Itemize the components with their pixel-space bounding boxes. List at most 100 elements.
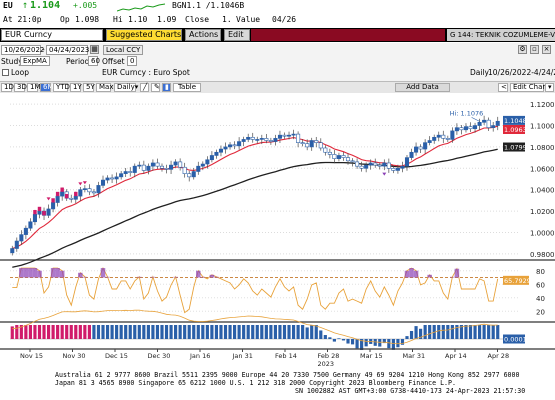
year-label: 2023 bbox=[318, 360, 335, 368]
time-tick-label: Feb 28 bbox=[318, 352, 340, 360]
macd-bar bbox=[210, 325, 214, 339]
candle-body bbox=[178, 161, 183, 168]
range-3d-button[interactable]: 3D bbox=[14, 83, 27, 92]
time-tick-label: Jan 16 bbox=[189, 352, 210, 360]
macd-bar bbox=[482, 325, 486, 339]
rsi-overbought-fill bbox=[454, 268, 460, 278]
macd-bar bbox=[314, 325, 318, 339]
price-tick-label: 1.0600 bbox=[530, 165, 555, 173]
range-1m-button[interactable]: 1M bbox=[27, 83, 41, 92]
frequency-label: Daily bbox=[470, 68, 489, 77]
range-5y-button[interactable]: 5Y bbox=[83, 83, 95, 92]
table-button[interactable]: Table bbox=[173, 83, 201, 92]
candle-body bbox=[159, 165, 165, 169]
candle-body bbox=[441, 134, 446, 139]
macd-bar bbox=[92, 325, 96, 339]
macd-bar bbox=[282, 325, 287, 339]
macd-bar bbox=[155, 325, 160, 339]
range-ytd-button[interactable]: YTD bbox=[53, 83, 70, 92]
study-select[interactable]: ExpMA bbox=[20, 56, 50, 66]
close-icon[interactable]: × bbox=[542, 45, 551, 54]
rsi-line bbox=[12, 267, 499, 314]
minimize-icon[interactable]: ▫ bbox=[530, 45, 539, 54]
candle-body bbox=[228, 144, 233, 148]
time-tick-label: Nov 30 bbox=[63, 352, 86, 360]
date-from-input[interactable]: 10/26/2022 bbox=[1, 45, 44, 55]
pencil-icon[interactable]: ✎ bbox=[151, 83, 160, 92]
range-max-button[interactable]: Max bbox=[96, 83, 113, 92]
candle-body bbox=[87, 188, 92, 193]
price-tick-label: 0.9800 bbox=[530, 251, 555, 259]
candle-body bbox=[255, 139, 260, 141]
rsi-overbought-fill bbox=[82, 276, 88, 278]
period-select-label: Daily bbox=[117, 83, 135, 91]
candle-body bbox=[404, 157, 410, 167]
rsi-overbought-fill bbox=[19, 268, 24, 278]
period-select[interactable]: Daily▾ bbox=[114, 83, 138, 92]
candle-body bbox=[418, 146, 423, 150]
macd-bar bbox=[78, 325, 82, 339]
range-1d-button[interactable]: 1D bbox=[1, 83, 14, 92]
add-data-button[interactable]: Add Data bbox=[395, 83, 450, 92]
time-tick-label: Apr 28 bbox=[488, 352, 510, 360]
macd-bar bbox=[423, 325, 427, 339]
candle-body bbox=[259, 138, 264, 140]
candle-body bbox=[409, 151, 414, 158]
rsi-overbought-fill bbox=[50, 268, 56, 278]
candle-body bbox=[187, 173, 192, 178]
signal-marker bbox=[46, 197, 51, 201]
last-price-tag: 1.1048 bbox=[504, 117, 527, 125]
security-input[interactable]: EUR Curncy bbox=[1, 29, 103, 41]
macd-bar bbox=[428, 325, 432, 339]
rsi-overbought-fill bbox=[173, 276, 178, 278]
macd-bar bbox=[391, 339, 395, 350]
rsi-overbought-fill bbox=[55, 268, 60, 278]
line-chart-icon[interactable]: ╱ bbox=[140, 83, 149, 92]
candle-body bbox=[264, 138, 269, 141]
rsi-overbought-fill bbox=[23, 268, 29, 278]
loop-checkbox[interactable] bbox=[2, 69, 9, 76]
bar-chart-icon[interactable]: ▮ bbox=[162, 83, 171, 92]
offset-input[interactable]: 0 bbox=[127, 56, 137, 66]
candle-body bbox=[427, 140, 432, 143]
candle-body bbox=[55, 195, 60, 203]
currency-select[interactable]: Local CCY bbox=[103, 45, 143, 55]
range-1y-button[interactable]: 1Y bbox=[70, 83, 82, 92]
actions-button[interactable]: Actions ▾ bbox=[185, 29, 225, 41]
period-input[interactable]: 60 bbox=[88, 56, 100, 66]
candle-body bbox=[327, 151, 332, 155]
chevron-left-icon[interactable]: < bbox=[498, 83, 508, 92]
candle-body bbox=[82, 188, 87, 190]
candle-body bbox=[450, 130, 455, 140]
suggested-charts-button[interactable]: Suggested Charts bbox=[106, 29, 182, 41]
macd-bar bbox=[174, 325, 178, 339]
range-6m-button[interactable]: 6M bbox=[40, 83, 54, 92]
date-to-input[interactable]: 04/24/2023 bbox=[46, 45, 89, 55]
signal-bar bbox=[74, 191, 78, 197]
ma-short-tag: 1.0963 bbox=[504, 126, 527, 134]
candle-body bbox=[141, 164, 146, 171]
up-arrow-icon: ↑ bbox=[22, 0, 29, 11]
candle-body bbox=[200, 163, 205, 167]
settings-icon[interactable]: ⚙ bbox=[518, 45, 527, 54]
chart-menu-icon[interactable]: ▾ bbox=[545, 83, 554, 92]
candle-body bbox=[386, 162, 391, 169]
price-chart[interactable]: Hi: 1.1076 1.1200 1.1000 1.0800 1.0600 1.040… bbox=[0, 92, 555, 400]
security-description: EUR Curncy : Euro Spot bbox=[102, 68, 190, 77]
candle-body bbox=[423, 142, 428, 150]
rsi-overbought-fill bbox=[137, 276, 142, 278]
edit-button[interactable]: Edit bbox=[224, 29, 250, 41]
macd-bar bbox=[242, 325, 246, 339]
macd-bar bbox=[337, 338, 341, 339]
macd-bar bbox=[323, 335, 327, 339]
macd-bar bbox=[305, 327, 309, 339]
macd-bar bbox=[310, 325, 314, 339]
macd-bar bbox=[260, 325, 264, 339]
candle-body bbox=[23, 227, 28, 235]
open-value: 1.098 bbox=[75, 15, 100, 24]
candles-group bbox=[10, 115, 500, 256]
calendar-icon[interactable]: ▦ bbox=[90, 45, 99, 54]
edit-chart-button[interactable]: Edit Chart bbox=[510, 83, 548, 92]
candle-body bbox=[119, 173, 124, 178]
candle-body bbox=[495, 120, 500, 126]
